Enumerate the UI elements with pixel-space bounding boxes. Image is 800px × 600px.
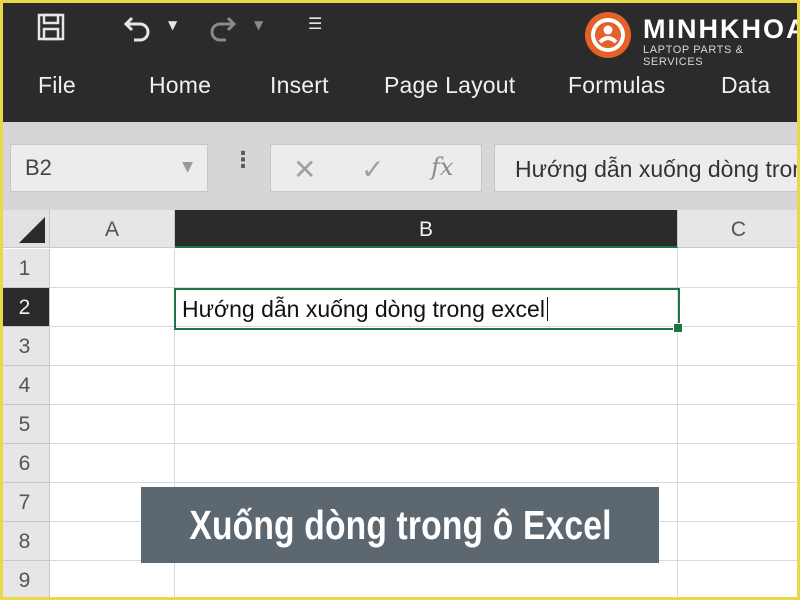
- name-box-value: B2: [25, 155, 52, 180]
- formula-bar: B2 ▼ ⋮ ✕ ✓ fx Hướng dẫn xuống dòng trong…: [0, 122, 800, 210]
- caption-text: Xuống dòng trong ô Excel: [188, 501, 612, 548]
- save-icon[interactable]: [36, 12, 66, 42]
- cell-b6[interactable]: [175, 444, 678, 483]
- formula-input-value: Hướng dẫn xuống dòng trong excel: [515, 156, 800, 182]
- excel-screenshot: ▼ ▼ ☰ File Home Insert Page Layout Formu…: [0, 0, 800, 600]
- formula-buttons: ✕ ✓ fx: [270, 144, 482, 192]
- logo-name: MINHKHOA: [643, 14, 800, 44]
- row-header-3[interactable]: 3: [0, 327, 50, 366]
- fill-handle[interactable]: [673, 323, 683, 333]
- cell-c6[interactable]: [678, 444, 800, 483]
- tab-data[interactable]: Data: [721, 72, 770, 99]
- ribbon: ▼ ▼ ☰ File Home Insert Page Layout Formu…: [0, 0, 800, 122]
- cell-a9[interactable]: [50, 561, 175, 600]
- cell-a1[interactable]: [50, 249, 175, 288]
- cell-c9[interactable]: [678, 561, 800, 600]
- select-all-button[interactable]: [0, 210, 50, 248]
- cell-a6[interactable]: [50, 444, 175, 483]
- redo-icon[interactable]: [206, 10, 238, 42]
- row-header-5[interactable]: 5: [0, 405, 50, 444]
- tab-insert[interactable]: Insert: [270, 72, 329, 99]
- row-header-2[interactable]: 2: [0, 288, 50, 327]
- cell-c7[interactable]: [678, 483, 800, 522]
- caption-banner: Xuống dòng trong ô Excel: [141, 487, 659, 563]
- undo-dropdown-icon[interactable]: ▼: [168, 18, 177, 32]
- cell-b5[interactable]: [175, 405, 678, 444]
- more-options-icon[interactable]: ⋮: [232, 148, 254, 173]
- minhkhoa-logo: MINHKHOA LAPTOP PARTS & SERVICES: [585, 12, 800, 68]
- cell-b9[interactable]: [175, 561, 678, 600]
- column-header-b[interactable]: B: [175, 210, 678, 248]
- column-header-a[interactable]: A: [50, 210, 175, 248]
- row-header-4[interactable]: 4: [0, 366, 50, 405]
- active-cell-b2[interactable]: Hướng dẫn xuống dòng trong excel: [174, 288, 683, 333]
- row-header-8[interactable]: 8: [0, 522, 50, 561]
- cell-b3[interactable]: [175, 327, 678, 366]
- cell-a4[interactable]: [50, 366, 175, 405]
- cell-a3[interactable]: [50, 327, 175, 366]
- column-header-c[interactable]: C: [678, 210, 800, 248]
- cell-c1[interactable]: [678, 249, 800, 288]
- cell-b2-text: Hướng dẫn xuống dòng trong excel: [182, 296, 548, 323]
- cell-c3[interactable]: [678, 327, 800, 366]
- text-cursor: [546, 297, 548, 321]
- tab-file[interactable]: File: [38, 72, 76, 99]
- name-box[interactable]: B2 ▼: [10, 144, 208, 192]
- insert-function-icon[interactable]: fx: [431, 153, 453, 181]
- tab-page-layout[interactable]: Page Layout: [384, 72, 515, 99]
- cell-c8[interactable]: [678, 522, 800, 561]
- cell-a2[interactable]: [50, 288, 175, 327]
- cell-c5[interactable]: [678, 405, 800, 444]
- cell-b1[interactable]: [175, 249, 678, 288]
- undo-icon[interactable]: [122, 10, 154, 42]
- cancel-icon[interactable]: ✕: [293, 153, 316, 186]
- customize-toolbar-icon[interactable]: ☰: [308, 14, 322, 33]
- row-header-7[interactable]: 7: [0, 483, 50, 522]
- cell-c2[interactable]: [678, 288, 800, 327]
- logo-tagline: LAPTOP PARTS & SERVICES: [643, 44, 744, 68]
- enter-check-icon[interactable]: ✓: [361, 153, 384, 186]
- chevron-down-icon[interactable]: ▼: [182, 159, 193, 175]
- tab-formulas[interactable]: Formulas: [568, 72, 665, 99]
- cell-b2-value: Hướng dẫn xuống dòng trong excel: [182, 296, 545, 322]
- cell-a5[interactable]: [50, 405, 175, 444]
- select-all-icon: [19, 217, 45, 243]
- redo-dropdown-icon[interactable]: ▼: [254, 18, 263, 32]
- row-header-1[interactable]: 1: [0, 249, 50, 288]
- cell-b4[interactable]: [175, 366, 678, 405]
- tab-home[interactable]: Home: [149, 72, 211, 99]
- formula-input[interactable]: Hướng dẫn xuống dòng trong excel: [494, 144, 800, 192]
- row-header-9[interactable]: 9: [0, 561, 50, 600]
- logo-mark-icon: [585, 12, 631, 58]
- cell-c4[interactable]: [678, 366, 800, 405]
- row-header-6[interactable]: 6: [0, 444, 50, 483]
